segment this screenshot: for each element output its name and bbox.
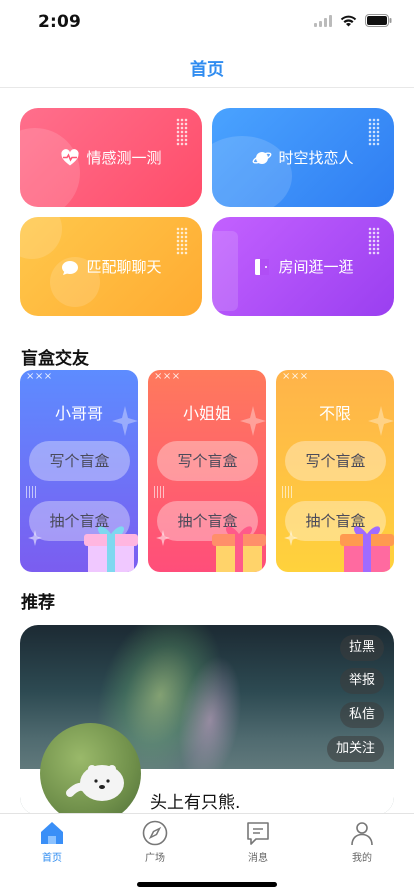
block-button[interactable]: 拉黑 [339, 635, 384, 661]
report-button[interactable]: 举报 [339, 668, 384, 694]
user-name: 头上有只熊. [150, 793, 241, 813]
message-icon [247, 822, 269, 845]
card-title: 小哥哥 [54, 404, 103, 423]
wifi-icon [340, 15, 357, 26]
tab-label: 我的 [352, 853, 372, 864]
gift-box-icon [84, 526, 138, 572]
tab-square[interactable]: 广场 [115, 819, 195, 864]
page-title: 首页 [190, 60, 224, 80]
planet-icon [253, 151, 272, 164]
private-message-button[interactable]: 私信 [339, 702, 384, 728]
card-tag: ××× [154, 371, 181, 382]
compass-icon [142, 820, 168, 846]
nav-bar: 首页 [0, 44, 414, 88]
follow-button[interactable]: 加关注 [326, 736, 384, 762]
feature-label: 房间逛一逛 [278, 258, 354, 276]
recommend-section-title: 推荐 [21, 593, 55, 613]
blind-box-card-boys: ××× 小哥哥 写个盲盒 抽个盲盒 [20, 370, 138, 572]
tab-label: 首页 [42, 853, 62, 864]
feature-card-room-browse[interactable]: 房间逛一逛 [212, 217, 394, 316]
feature-label: 匹配聊聊天 [86, 258, 162, 276]
battery-icon [365, 14, 392, 27]
blind-box-card-any: ××× 不限 写个盲盒 抽个盲盒 [276, 370, 394, 572]
card-title: 不限 [318, 404, 351, 423]
home-indicator [137, 882, 277, 887]
person-icon [351, 822, 373, 846]
bear-avatar-icon [66, 765, 124, 801]
heart-pulse-icon [61, 148, 80, 165]
status-time: 2:09 [38, 12, 82, 32]
blind-box-section-title: 盲盒交友 [21, 349, 89, 369]
write-box-button[interactable]: 写个盲盒 [157, 441, 258, 481]
card-tag: ××× [282, 371, 309, 382]
tab-messages[interactable]: 消息 [218, 819, 298, 864]
feature-card-match-chat[interactable]: 匹配聊聊天 [20, 217, 202, 316]
feature-card-emotion-test[interactable]: 情感测一测 [20, 108, 202, 207]
blind-box-card-girls: ××× 小姐姐 写个盲盒 抽个盲盒 [148, 370, 266, 572]
status-icons [314, 14, 392, 27]
tab-home[interactable]: 首页 [12, 819, 92, 864]
door-icon [255, 258, 270, 275]
tab-label: 消息 [248, 853, 268, 864]
card-title: 小姐姐 [182, 404, 231, 423]
card-tag: ××× [26, 371, 53, 382]
feature-card-find-lover[interactable]: 时空找恋人 [212, 108, 394, 207]
tab-profile[interactable]: 我的 [322, 819, 402, 864]
feature-label: 时空找恋人 [278, 149, 354, 167]
write-box-button[interactable]: 写个盲盒 [285, 441, 386, 481]
gift-box-icon [212, 526, 266, 572]
signal-icon [314, 14, 332, 27]
gift-box-icon [340, 526, 394, 572]
status-bar: 2:09 [0, 0, 414, 44]
home-icon [41, 822, 63, 844]
write-box-button[interactable]: 写个盲盒 [29, 441, 130, 481]
chat-bubble-icon [62, 260, 79, 275]
tab-label: 广场 [145, 853, 165, 864]
feature-label: 情感测一测 [86, 149, 162, 167]
avatar[interactable] [40, 723, 141, 824]
